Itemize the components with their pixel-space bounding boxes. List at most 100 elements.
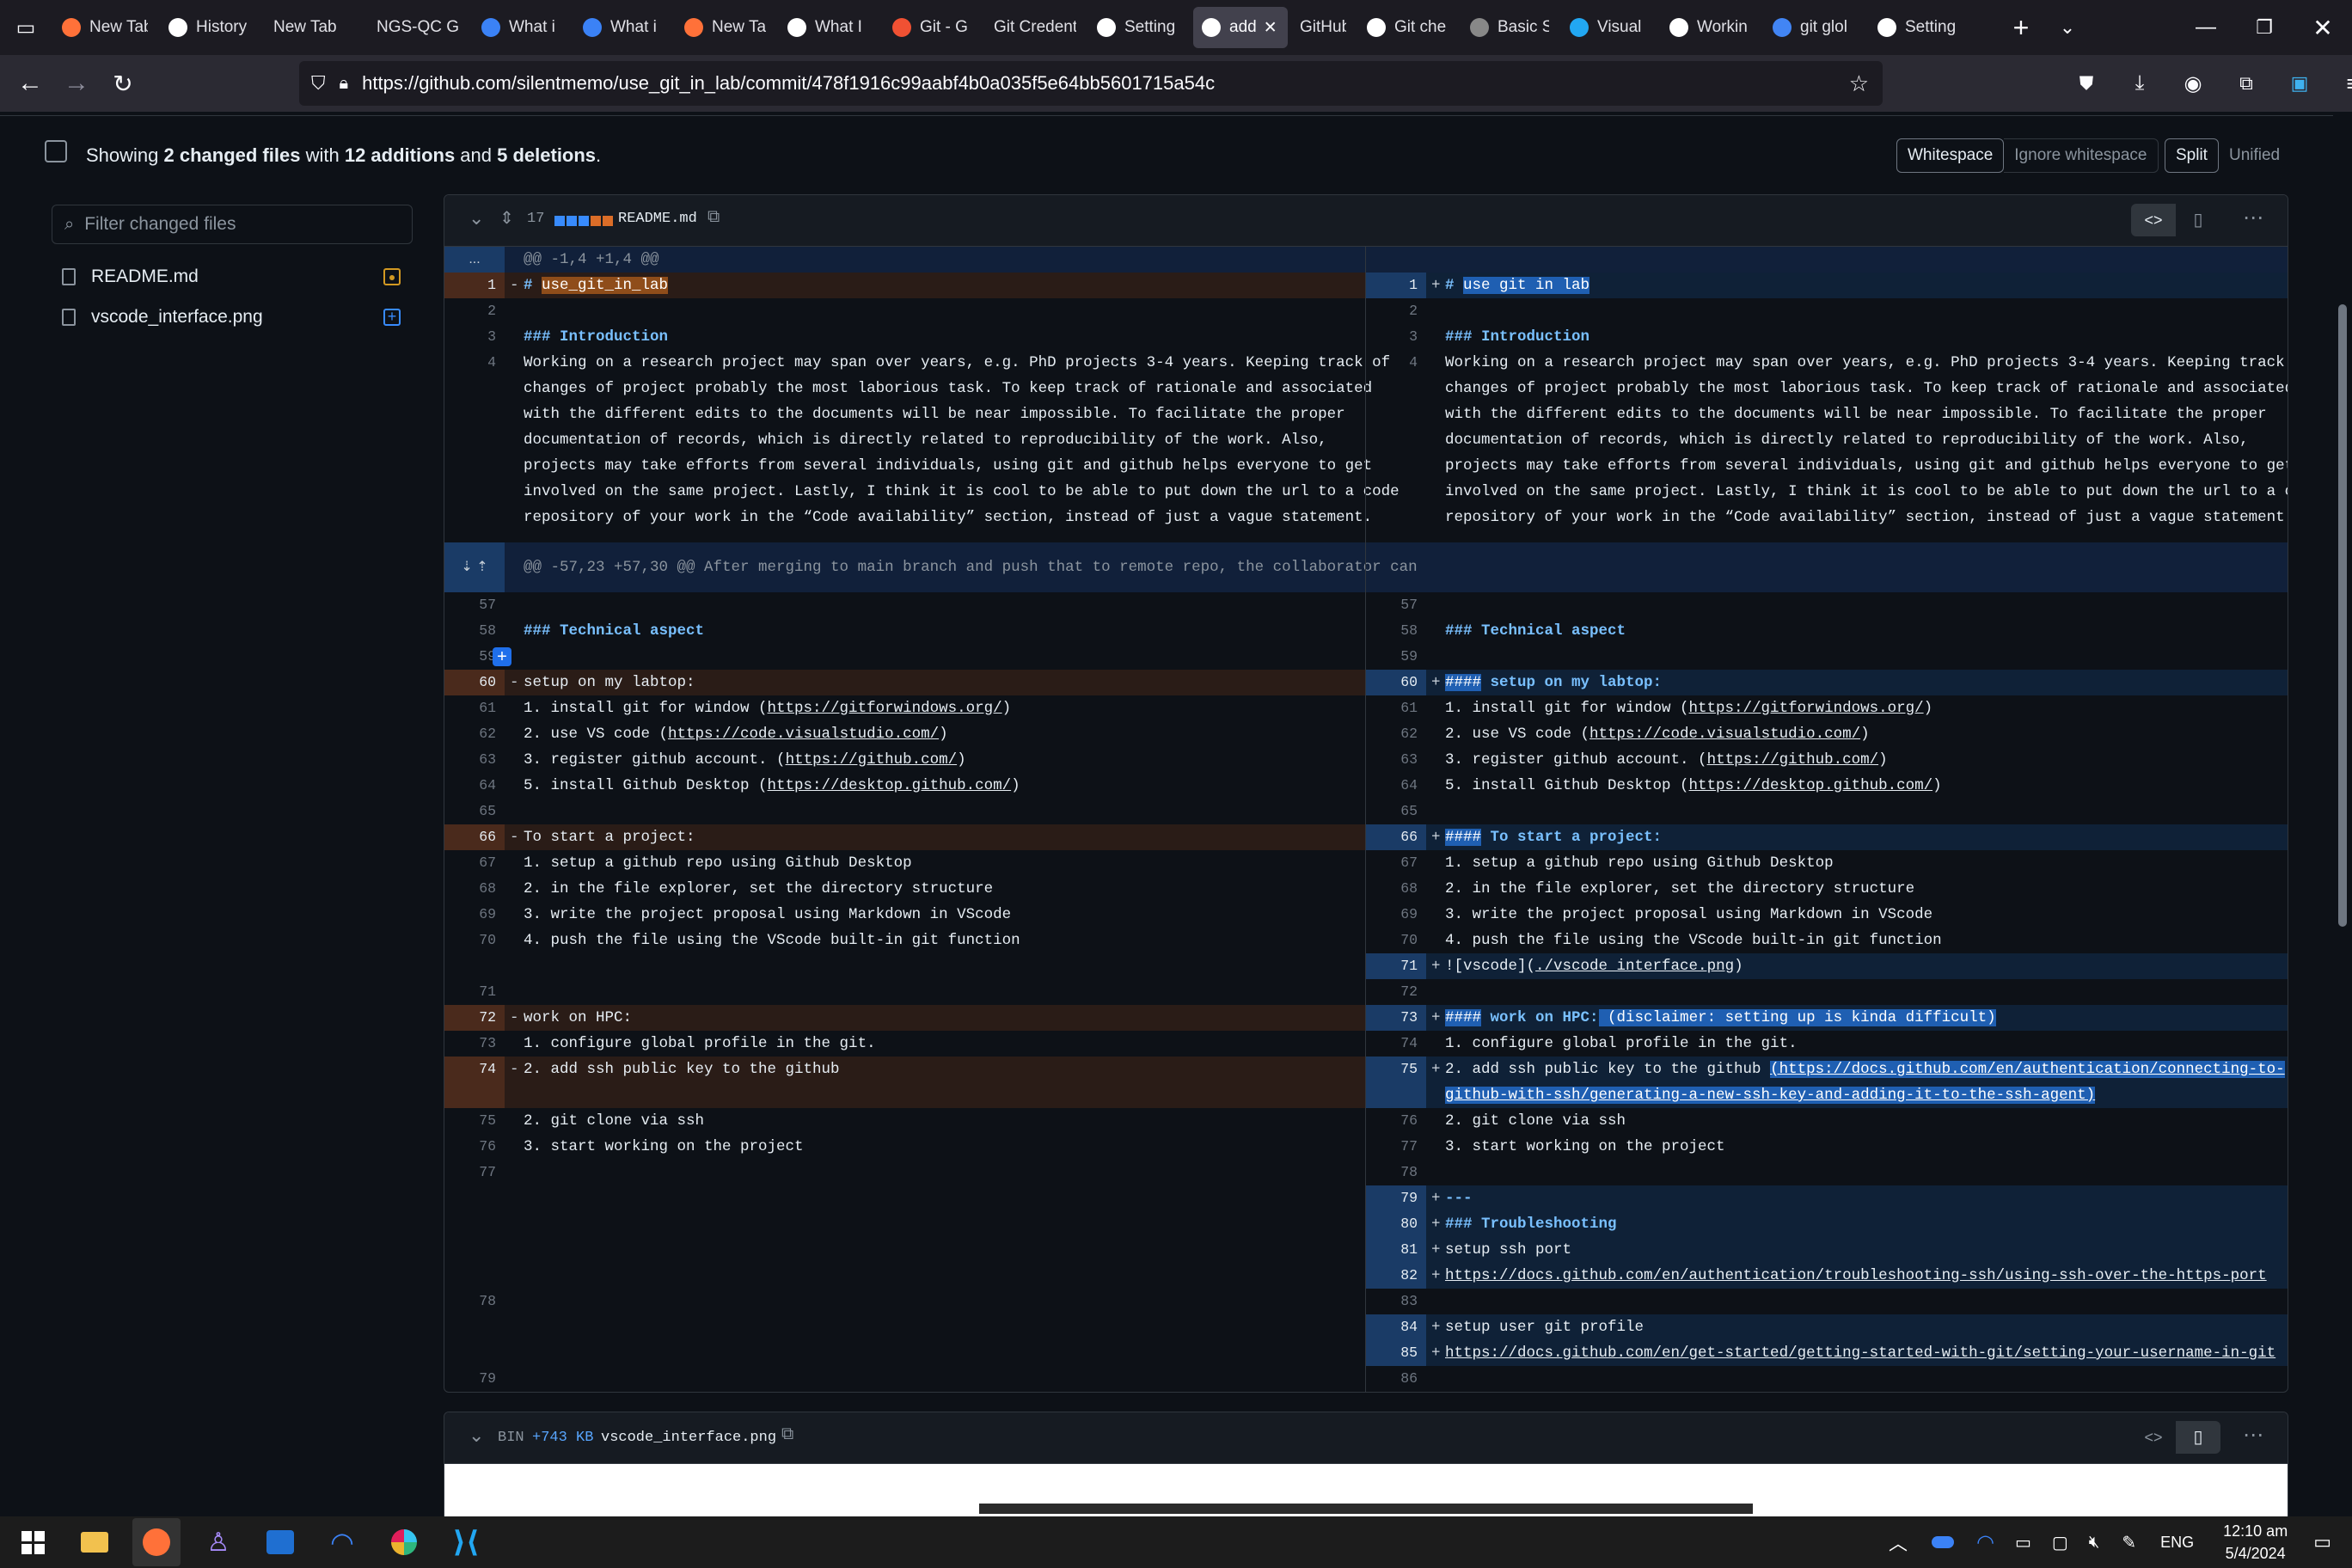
line-number[interactable]: 66 xyxy=(1366,824,1426,850)
downloads-icon[interactable]: ⤓ xyxy=(2116,60,2163,107)
line-number[interactable]: 61 xyxy=(444,695,505,721)
volume-icon[interactable]: 🔇︎ xyxy=(2089,1533,2100,1553)
browser-tab[interactable]: New Ta xyxy=(676,7,775,48)
file-name[interactable]: vscode_interface.png xyxy=(601,1430,776,1446)
line-number[interactable]: 58 xyxy=(444,618,505,644)
line-number[interactable]: 60 xyxy=(444,670,505,695)
browser-tab[interactable]: What I xyxy=(779,7,880,48)
line-number[interactable] xyxy=(444,453,505,479)
bookmark-star-icon[interactable]: ☆ xyxy=(1849,70,1869,97)
line-number[interactable]: 60 xyxy=(1366,670,1426,695)
line-number[interactable]: 70 xyxy=(444,928,505,953)
code-token[interactable]: ./vscode_interface.png xyxy=(1535,958,1734,975)
line-number[interactable]: 85 xyxy=(1366,1340,1426,1366)
browser-tab[interactable]: New Tab xyxy=(53,7,156,48)
whitespace-button[interactable]: Whitespace xyxy=(1896,138,2005,173)
browser-tab[interactable]: GitHub xyxy=(1291,7,1355,48)
line-number[interactable]: 58 xyxy=(1366,618,1426,644)
browser-tab[interactable]: Basic S xyxy=(1461,7,1558,48)
line-number[interactable]: 83 xyxy=(1366,1289,1426,1314)
app-taskbar-icon[interactable]: ♙ xyxy=(194,1518,242,1566)
split-button[interactable]: Split xyxy=(2165,138,2219,173)
line-number[interactable]: 79 xyxy=(1366,1185,1426,1211)
line-number[interactable]: 72 xyxy=(1366,979,1426,1005)
line-number[interactable]: 4 xyxy=(1366,350,1426,376)
line-number[interactable]: 67 xyxy=(444,850,505,876)
line-number[interactable]: 75 xyxy=(1366,1057,1426,1108)
browser-tab[interactable]: History xyxy=(160,7,261,48)
line-number[interactable]: 77 xyxy=(1366,1134,1426,1160)
browser-tab[interactable]: NGS-QC G xyxy=(368,7,469,48)
line-number[interactable] xyxy=(444,427,505,453)
unified-button[interactable]: Unified xyxy=(2218,138,2291,173)
extension-save-icon[interactable]: ▣ xyxy=(2276,60,2323,107)
browser-tab[interactable]: git glol xyxy=(1764,7,1865,48)
app-menu-icon[interactable]: ≡ xyxy=(2330,60,2352,107)
browser-tab[interactable]: Workin xyxy=(1661,7,1761,48)
browser-tab[interactable]: Git che xyxy=(1358,7,1458,48)
code-token[interactable]: https://github.com/ xyxy=(1707,751,1879,769)
line-number[interactable]: 84 xyxy=(1366,1314,1426,1340)
line-number[interactable]: 70 xyxy=(1366,928,1426,953)
line-number[interactable]: 71 xyxy=(444,979,505,1005)
line-number[interactable]: 62 xyxy=(1366,721,1426,747)
line-number[interactable] xyxy=(444,1263,505,1289)
line-number[interactable]: 65 xyxy=(444,799,505,824)
line-number[interactable]: 86 xyxy=(1366,1366,1426,1392)
line-number[interactable] xyxy=(444,1211,505,1237)
line-number[interactable]: 78 xyxy=(444,1289,505,1314)
file-tree-item-png[interactable]: vscode_interface.png + xyxy=(62,303,406,332)
code-token[interactable]: https://desktop.github.com/ xyxy=(1689,777,1933,794)
line-number[interactable] xyxy=(1366,505,1426,530)
line-number[interactable] xyxy=(444,1185,505,1211)
edge-like-icon[interactable]: ◠ xyxy=(318,1518,366,1566)
code-token[interactable]: https://github.com/ xyxy=(786,751,958,769)
code-view-icon[interactable]: <> xyxy=(2131,1421,2176,1454)
firefox-taskbar-icon[interactable] xyxy=(132,1518,181,1566)
expand-lines-button[interactable]: ... xyxy=(444,247,505,273)
code-token[interactable]: github-with-ssh/generating-a-new-ssh-key… xyxy=(1445,1087,2096,1104)
slack-icon[interactable] xyxy=(380,1518,428,1566)
battery-icon[interactable]: ▭ xyxy=(2015,1532,2031,1553)
expand-lines-button[interactable]: ⇣ ⇡ xyxy=(444,542,505,592)
browser-tab[interactable]: What i xyxy=(473,7,571,48)
forward-button[interactable]: → xyxy=(53,60,100,107)
tab-overflow-icon[interactable]: ⌄ xyxy=(2044,4,2091,51)
tab-list-icon[interactable]: ▭ xyxy=(0,4,52,51)
file-tree-item-readme[interactable]: README.md xyxy=(62,262,406,291)
rich-view-icon[interactable]: ▯ xyxy=(2176,204,2220,236)
line-number[interactable] xyxy=(444,376,505,401)
line-number[interactable]: 78 xyxy=(1366,1160,1426,1185)
line-number[interactable]: 61 xyxy=(1366,695,1426,721)
line-number[interactable]: 1 xyxy=(1366,273,1426,298)
reload-button[interactable]: ↻ xyxy=(100,60,146,107)
line-number[interactable]: 68 xyxy=(1366,876,1426,902)
line-number[interactable]: 67 xyxy=(1366,850,1426,876)
minimize-button[interactable]: — xyxy=(2177,4,2235,51)
line-number[interactable]: 82 xyxy=(1366,1263,1426,1289)
code-token[interactable]: https://docs.github.com/en/get-started/g… xyxy=(1445,1344,2275,1362)
line-number[interactable]: 63 xyxy=(1366,747,1426,773)
add-comment-button[interactable]: + xyxy=(493,647,511,666)
extensions-icon[interactable]: ⧉ xyxy=(2223,60,2269,107)
code-token[interactable]: https://code.visualstudio.com/ xyxy=(668,726,939,743)
line-number[interactable]: 59 xyxy=(1366,644,1426,670)
browser-tab[interactable]: Git - G xyxy=(884,7,982,48)
copy-icon[interactable]: ⧉ xyxy=(781,1424,793,1444)
code-view-icon[interactable]: <> xyxy=(2131,204,2176,236)
browser-tab[interactable]: Git Credent xyxy=(985,7,1085,48)
file-name[interactable]: README.md xyxy=(618,211,697,227)
line-number[interactable] xyxy=(444,953,505,979)
browser-tab[interactable]: Setting xyxy=(1088,7,1190,48)
outlook-icon[interactable] xyxy=(256,1518,304,1566)
code-token[interactable]: https://code.visualstudio.com/ xyxy=(1589,726,1860,743)
code-token[interactable]: https://docs.github.com/en/authenticatio… xyxy=(1445,1267,2267,1284)
network-icon[interactable]: ▢ xyxy=(2052,1532,2068,1553)
line-number[interactable]: 71 xyxy=(1366,953,1426,979)
browser-tab[interactable]: Setting xyxy=(1869,7,1969,48)
line-number[interactable]: 69 xyxy=(444,902,505,928)
onedrive-icon[interactable] xyxy=(1931,1536,1954,1548)
line-number[interactable]: 64 xyxy=(444,773,505,799)
clock[interactable]: 12:10 am 5/4/2024 xyxy=(2223,1520,2288,1565)
restore-button[interactable]: ❐ xyxy=(2235,4,2294,51)
